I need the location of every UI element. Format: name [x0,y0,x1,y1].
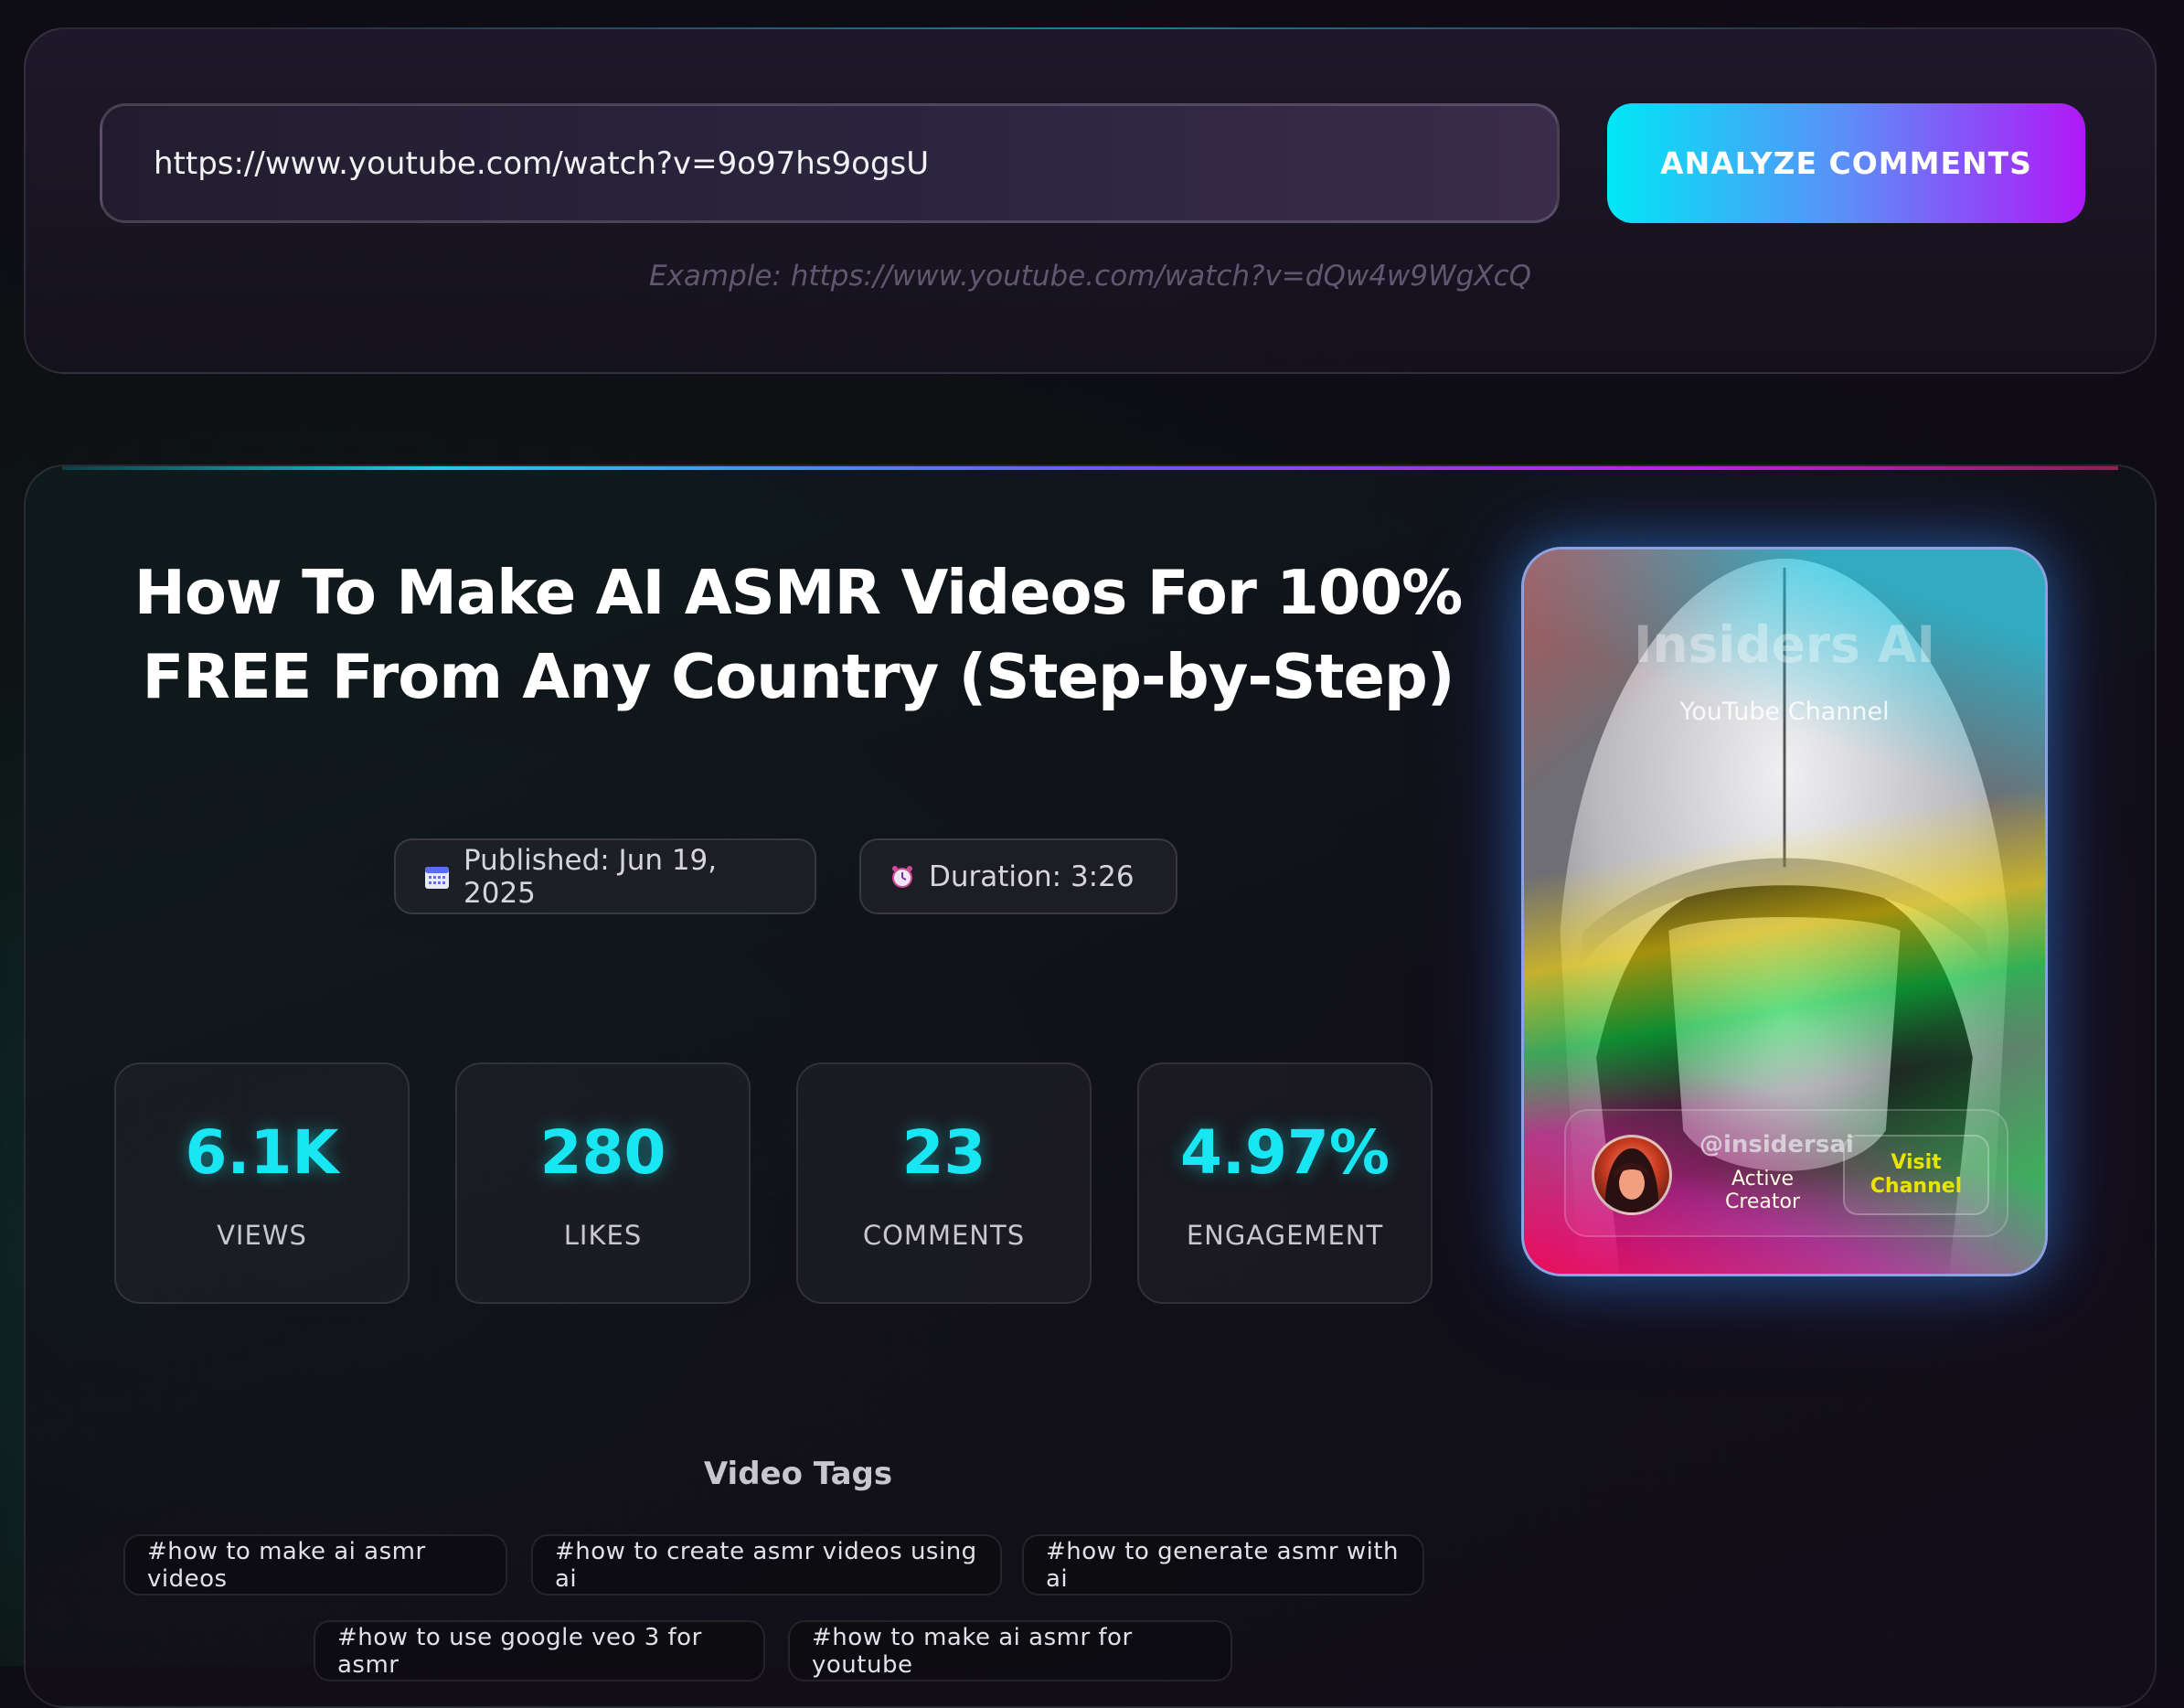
duration-pill: Duration: 3:26 [859,838,1177,914]
published-date-text: Published: Jun 19, 2025 [463,843,718,910]
stat-value: 23 [901,1117,986,1188]
stat-value: 6.1K [185,1117,339,1188]
visit-channel-button[interactable]: Visit Channel [1843,1135,1989,1215]
tag-chip[interactable]: #how to make ai asmr for youtube [788,1620,1232,1681]
url-input-card: ANALYZE COMMENTS Example: https://www.yo… [24,27,2157,374]
tag-text: #how to make ai asmr for youtube [812,1623,1133,1679]
published-date-pill: Published: Jun 19, 2025 [394,838,816,914]
tag-text: #how to make ai asmr videos [147,1537,426,1593]
stat-label: ENGAGEMENT [1186,1220,1384,1251]
stat-engagement: 4.97% ENGAGEMENT [1137,1062,1433,1304]
stat-value: 280 [539,1117,666,1188]
tag-chip[interactable]: #how to make ai asmr videos [123,1534,507,1596]
video-url-input[interactable] [100,103,1560,223]
tag-chip[interactable]: #how to create asmr videos using ai [531,1534,1002,1596]
channel-name: Insiders AI [1634,615,1935,674]
stat-views: 6.1K VIEWS [114,1062,410,1304]
stat-label: VIEWS [217,1220,307,1251]
tag-text: #how to create asmr videos using ai [555,1537,977,1593]
video-title: How To Make AI ASMR Videos For 100% FREE… [133,557,1463,712]
creator-status: Active Creator [1724,1168,1801,1213]
stat-comments: 23 COMMENTS [796,1062,1092,1304]
video-details-card: How To Make AI ASMR Videos For 100% FREE… [24,464,2157,1708]
creator-handle: @insidersai [1699,1131,1854,1158]
duration-text: Duration: 3:26 [929,859,1135,893]
channel-card[interactable]: Insiders AI YouTube Channel @insidersai … [1521,547,2048,1276]
stat-likes: 280 LIKES [455,1062,751,1304]
stat-value: 4.97% [1180,1117,1390,1188]
calendar-icon [423,863,451,891]
tag-text: #how to generate asmr with ai [1046,1537,1400,1593]
analyze-comments-button[interactable]: ANALYZE COMMENTS [1607,103,2085,223]
avatar [1592,1135,1672,1215]
creator-info-bar: @insidersai Active Creator Visit Channel [1564,1109,2008,1237]
tag-chip[interactable]: #how to use google veo 3 for asmr [314,1620,765,1681]
example-url-hint: Example: https://www.youtube.com/watch?v… [648,260,1532,293]
tag-text: #how to use google veo 3 for asmr [337,1623,702,1679]
tag-chip[interactable]: #how to generate asmr with ai [1022,1534,1424,1596]
video-tags-heading: Video Tags [703,1456,893,1492]
stat-label: LIKES [563,1220,643,1251]
stat-label: COMMENTS [862,1220,1026,1251]
channel-subtitle: YouTube Channel [1679,698,1890,726]
clock-icon [889,863,916,891]
